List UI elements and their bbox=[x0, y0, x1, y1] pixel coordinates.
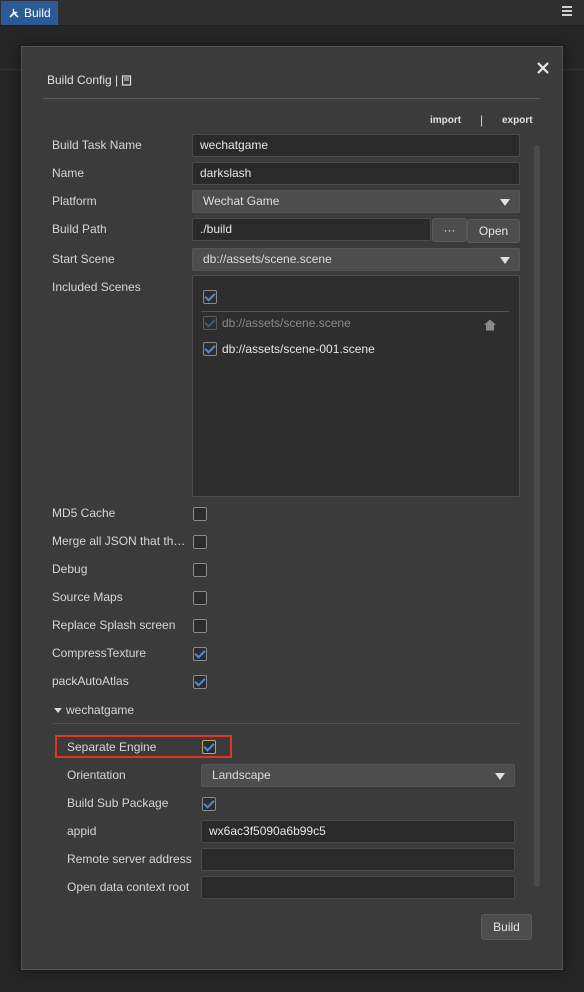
wechatgame-section-title[interactable]: wechatgame bbox=[66, 703, 134, 717]
section-divider bbox=[53, 723, 521, 724]
scenes-divider bbox=[201, 311, 509, 312]
scrollbar[interactable] bbox=[534, 145, 540, 887]
chevron-down-icon bbox=[500, 199, 510, 206]
pack-auto-atlas-checkbox[interactable] bbox=[193, 675, 207, 689]
scene-checkbox[interactable] bbox=[203, 342, 217, 356]
option-label: Debug bbox=[52, 562, 88, 576]
build-sub-package-checkbox[interactable] bbox=[202, 797, 216, 811]
compress-texture-checkbox[interactable] bbox=[193, 647, 207, 661]
merge-json-checkbox[interactable] bbox=[193, 535, 207, 549]
dialog-title: Build Config | bbox=[47, 73, 132, 87]
expand-triangle-icon[interactable] bbox=[54, 708, 62, 713]
title-divider bbox=[43, 98, 540, 99]
debug-checkbox[interactable] bbox=[193, 563, 207, 577]
browse-button[interactable]: ··· bbox=[432, 218, 467, 242]
option-label: Replace Splash screen bbox=[52, 618, 176, 632]
import-export-separator: | bbox=[480, 113, 484, 127]
option-label: Source Maps bbox=[52, 590, 123, 604]
scene-checkbox bbox=[203, 316, 217, 330]
open-data-root-label: Open data context root bbox=[67, 880, 190, 894]
chevron-down-icon bbox=[500, 257, 510, 264]
scene-path: db://assets/scene.scene bbox=[222, 316, 351, 330]
remote-server-input[interactable] bbox=[201, 848, 515, 871]
chevron-down-icon bbox=[495, 773, 505, 780]
option-label: packAutoAtlas bbox=[52, 674, 129, 688]
orientation-label: Orientation bbox=[67, 768, 126, 782]
platform-label: Platform bbox=[52, 194, 97, 208]
hamburger-menu-icon[interactable] bbox=[562, 6, 572, 16]
separate-engine-label: Separate Engine bbox=[67, 740, 157, 754]
book-icon[interactable] bbox=[121, 74, 132, 86]
select-all-scenes-checkbox[interactable] bbox=[203, 290, 217, 304]
md5-cache-checkbox[interactable] bbox=[193, 507, 207, 521]
open-data-root-input[interactable] bbox=[201, 876, 515, 899]
option-label: MD5 Cache bbox=[52, 506, 116, 520]
build-task-name-label: Build Task Name bbox=[52, 138, 142, 152]
orientation-value: Landscape bbox=[212, 768, 271, 782]
included-scenes-list: db://assets/scene.scene db://assets/scen… bbox=[192, 275, 520, 497]
build-tab[interactable]: Build bbox=[1, 1, 58, 25]
start-scene-value: db://assets/scene.scene bbox=[203, 252, 332, 266]
option-label: CompressTexture bbox=[52, 646, 147, 660]
appid-label: appid bbox=[67, 824, 97, 838]
dialog-title-text: Build Config | bbox=[47, 73, 119, 87]
build-sub-package-label: Build Sub Package bbox=[67, 796, 169, 810]
appid-input[interactable]: wx6ac3f5090a6b99c5 bbox=[201, 820, 515, 843]
tools-icon bbox=[9, 8, 19, 18]
platform-select[interactable]: Wechat Game bbox=[192, 190, 520, 213]
import-button[interactable]: import bbox=[430, 115, 461, 126]
build-path-input[interactable]: ./build bbox=[192, 218, 431, 241]
open-button[interactable]: Open bbox=[467, 219, 520, 243]
start-scene-select[interactable]: db://assets/scene.scene bbox=[192, 248, 520, 271]
remote-server-label: Remote server address bbox=[67, 852, 192, 866]
source-maps-checkbox[interactable] bbox=[193, 591, 207, 605]
start-scene-label: Start Scene bbox=[52, 252, 115, 266]
scene-path: db://assets/scene-001.scene bbox=[222, 342, 375, 356]
close-icon[interactable] bbox=[535, 60, 551, 76]
export-button[interactable]: export bbox=[502, 115, 533, 126]
build-config-dialog: Build Config | import | export Build Tas… bbox=[21, 46, 563, 970]
build-button[interactable]: Build bbox=[481, 914, 532, 940]
separate-engine-checkbox[interactable] bbox=[202, 740, 216, 754]
orientation-select[interactable]: Landscape bbox=[201, 764, 515, 787]
name-label: Name bbox=[52, 166, 85, 180]
top-bar: Build bbox=[0, 0, 584, 26]
name-input[interactable]: darkslash bbox=[192, 162, 520, 185]
build-tab-label: Build bbox=[24, 6, 51, 20]
build-path-label: Build Path bbox=[52, 222, 107, 236]
build-task-name-input[interactable]: wechatgame bbox=[192, 134, 520, 157]
home-icon bbox=[484, 319, 496, 331]
replace-splash-checkbox[interactable] bbox=[193, 619, 207, 633]
platform-value: Wechat Game bbox=[203, 194, 280, 208]
option-label: Merge all JSON that th… bbox=[52, 534, 186, 548]
included-scenes-label: Included Scenes bbox=[52, 280, 141, 294]
